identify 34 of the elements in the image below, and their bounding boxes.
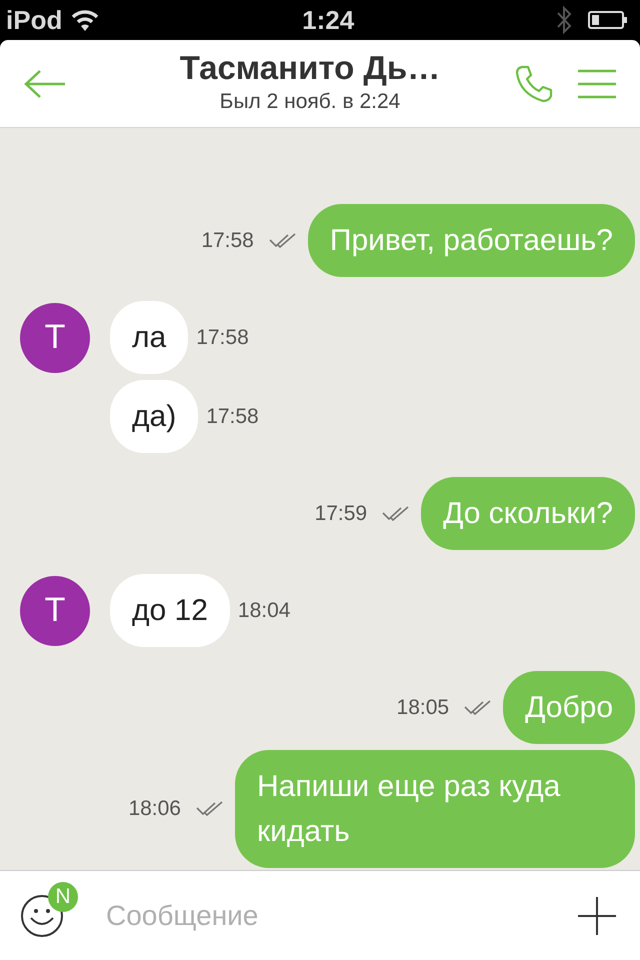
battery-icon [588,10,628,30]
back-arrow-icon [24,68,66,98]
menu-icon [578,68,616,98]
message-time: 17:58 [196,324,249,351]
message-input-bar[interactable]: N Сообщение [0,870,640,960]
attach-button[interactable] [578,896,616,934]
wifi-icon [70,8,100,32]
message-time: 18:04 [238,598,290,624]
status-time: 1:24 [302,4,354,36]
phone-icon [514,64,554,104]
message-bubble: До скольки? [421,477,635,550]
message-bubble: до 12 [110,574,230,647]
message-bubble: да) [110,380,198,453]
message-bubble: Напиши еще раз куда кидать [235,750,635,868]
message-bubble: ла [110,301,188,374]
avatar: T [20,576,90,646]
menu-button[interactable] [578,68,616,98]
message-time: 18:06 [128,796,181,822]
back-button[interactable] [24,68,66,98]
notification-badge: N [48,882,78,912]
chat-title: Тасманито Дь… [180,50,440,86]
bluetooth-icon [556,5,572,35]
message-bubble: Привет, работаешь? [308,204,635,277]
message-field[interactable]: Сообщение [104,894,578,938]
message-time: 17:59 [314,500,368,527]
message-time: 17:58 [201,228,254,254]
avatar: T [20,302,90,372]
message-time: 18:05 [396,694,450,721]
plus-icon [578,896,616,934]
message-time: 17:58 [206,404,259,430]
carrier-label: iPod [6,4,62,36]
call-button[interactable] [514,64,554,104]
message-bubble: Добро [503,671,635,744]
last-seen-text: Был 2 нояб. в 2:24 [220,88,400,115]
